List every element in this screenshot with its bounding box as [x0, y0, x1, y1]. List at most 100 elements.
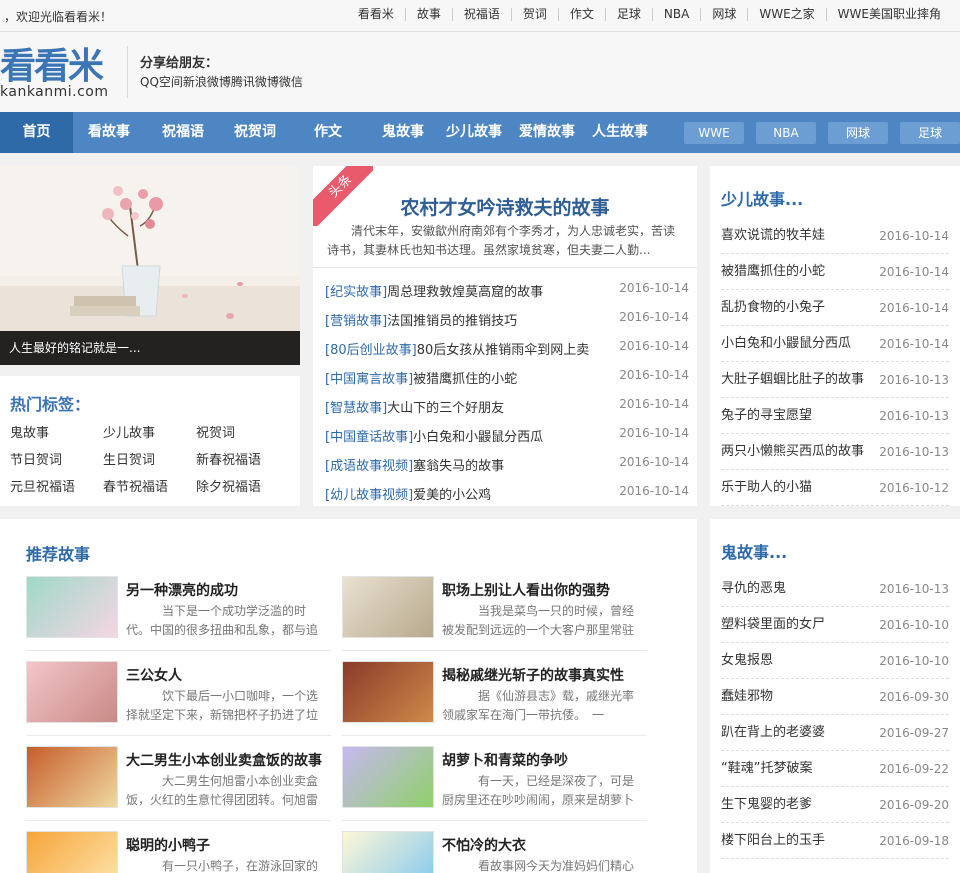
list-item[interactable]: 被猎鹰抓住的小蛇 2016-10-14	[721, 254, 949, 290]
news-category[interactable]: [中国寓言故事]	[325, 372, 413, 387]
tag-item[interactable]: 元旦祝福语	[10, 476, 75, 495]
news-row[interactable]: [中国寓言故事]被猎鹰抓住的小蛇 2016-10-14	[325, 368, 689, 388]
list-item-title[interactable]: 趴在背上的老婆婆	[721, 725, 825, 740]
kids-stories-title[interactable]: 少儿故事...	[721, 186, 803, 210]
list-item[interactable]: 女鬼报恩 2016-10-10	[721, 643, 949, 679]
news-row[interactable]: [营销故事]法国推销员的推销技巧 2016-10-14	[325, 310, 689, 330]
site-logo[interactable]: 看看米 kankanmi.com	[0, 48, 120, 108]
news-title[interactable]: 爱美的小公鸡	[413, 488, 491, 503]
list-item[interactable]: 兔子的寻宝愿望 2016-10-13	[721, 398, 949, 434]
list-item-title[interactable]: 兔子的寻宝愿望	[721, 408, 812, 423]
headline-title[interactable]: 农村才女吟诗救夫的故事	[313, 193, 697, 220]
list-item-title[interactable]: 寻仇的恶鬼	[721, 581, 786, 596]
recommend-item-title[interactable]: 聪明的小鸭子	[126, 835, 210, 855]
recommend-item-title[interactable]: 另一种漂亮的成功	[126, 580, 238, 600]
news-title[interactable]: 塞翁失马的故事	[413, 459, 504, 474]
top-link-greeting[interactable]: 贺词	[510, 8, 558, 21]
nav-pill-football[interactable]: 足球	[900, 122, 960, 144]
nav-life[interactable]: 人生故事	[588, 112, 652, 153]
slide-caption[interactable]: 人生最好的铭记就是一...	[0, 331, 300, 365]
tag-item[interactable]: 生日贺词	[103, 449, 155, 468]
list-item[interactable]: “鞋魂”托梦破案 2016-09-22	[721, 751, 949, 787]
thumbnail-warriors[interactable]	[342, 661, 434, 723]
share-links[interactable]: QQ空间新浪微博腾讯微博微信	[140, 73, 303, 90]
news-title[interactable]: 大山下的三个好朋友	[387, 401, 504, 416]
nav-pill-tennis[interactable]: 网球	[828, 122, 888, 144]
nav-essay[interactable]: 作文	[300, 112, 356, 153]
thumbnail-carrot[interactable]	[342, 746, 434, 808]
recommend-item-title[interactable]: 三公女人	[126, 665, 182, 685]
recommend-item-title[interactable]: 揭秘戚继光斩子的故事真实性	[442, 665, 624, 685]
thumbnail-fox[interactable]	[26, 831, 118, 873]
news-category[interactable]: [营销故事]	[325, 314, 387, 329]
nav-ghost[interactable]: 鬼故事	[372, 112, 434, 153]
list-item[interactable]: 乐于助人的小猫 2016-10-12	[721, 470, 949, 506]
recommend-item-title[interactable]: 不怕冷的大衣	[442, 835, 526, 855]
news-title[interactable]: 被猎鹰抓住的小蛇	[413, 372, 517, 387]
tag-item[interactable]: 新春祝福语	[196, 449, 261, 468]
list-item-title[interactable]: 蠢娃邪物	[721, 689, 773, 704]
list-item-title[interactable]: 塑料袋里面的女尸	[721, 617, 825, 632]
tag-item[interactable]: 春节祝福语	[103, 476, 168, 495]
tag-item[interactable]: 除夕祝福语	[196, 476, 261, 495]
recommend-item[interactable]: 大二男生小本创业卖盒饭的故事 大二男生何旭雷小本创业卖盒饭，火红的生意忙得团团转。…	[26, 746, 331, 821]
thumbnail-girl-cartoon[interactable]	[26, 576, 118, 638]
news-category[interactable]: [幼儿故事视频]	[325, 488, 413, 503]
news-category[interactable]: [智慧故事]	[325, 401, 387, 416]
recommend-item[interactable]: 揭秘戚继光斩子的故事真实性 据《仙游县志》载，戚继光率领戚家军在海门一带抗倭。 一	[342, 661, 647, 736]
list-item-title[interactable]: 乱扔食物的小兔子	[721, 300, 825, 315]
news-title[interactable]: 法国推销员的推销技巧	[387, 314, 517, 329]
list-item-title[interactable]: 两只小懒熊买西瓜的故事	[721, 444, 864, 459]
list-item[interactable]: 塑料袋里面的女尸 2016-10-10	[721, 607, 949, 643]
list-item[interactable]: 小白兔和小鼹鼠分西瓜 2016-10-14	[721, 326, 949, 362]
recommend-item[interactable]: 三公女人 饮下最后一小口咖啡，一个选择就坚定下来，新锦把杯子扔进了垃	[26, 661, 331, 736]
list-item-title[interactable]: 女鬼报恩	[721, 653, 773, 668]
recommend-item[interactable]: 胡萝卜和青菜的争吵 有一天，已经是深夜了，可是厨房里还在吵吵闹闹，原来是胡萝卜	[342, 746, 647, 821]
list-item-title[interactable]: “鞋魂”托梦破案	[721, 761, 812, 776]
news-category[interactable]: [成语故事视频]	[325, 459, 413, 474]
news-category[interactable]: [纪实故事]	[325, 285, 387, 300]
list-item-title[interactable]: 小白兔和小鼹鼠分西瓜	[721, 336, 851, 351]
ghost-stories-title[interactable]: 鬼故事...	[721, 539, 787, 563]
thumbnail-village-sketch[interactable]	[342, 576, 434, 638]
top-link-football[interactable]: 足球	[604, 8, 652, 21]
list-item-title[interactable]: 被猎鹰抓住的小蛇	[721, 264, 825, 279]
tag-item[interactable]: 鬼故事	[10, 422, 49, 441]
nav-pill-nba[interactable]: NBA	[756, 122, 816, 144]
news-category[interactable]: [80后创业故事]	[325, 343, 417, 358]
news-row[interactable]: [智慧故事]大山下的三个好朋友 2016-10-14	[325, 397, 689, 417]
news-title[interactable]: 80后女孩从推销雨伞到网上卖	[417, 343, 590, 358]
top-link-blessing[interactable]: 祝福语	[451, 8, 511, 21]
tag-item[interactable]: 节日贺词	[10, 449, 62, 468]
list-item[interactable]: 喜欢说谎的牧羊娃 2016-10-14	[721, 218, 949, 254]
nav-pill-wwe[interactable]: WWE	[684, 122, 744, 144]
featured-slide[interactable]: 人生最好的铭记就是一...	[0, 166, 300, 365]
list-item-title[interactable]: 楼下阳台上的玉手	[721, 833, 825, 848]
top-link-tennis[interactable]: 网球	[700, 8, 747, 21]
nav-home[interactable]: 首页	[0, 112, 73, 153]
recommend-item-title[interactable]: 职场上别让人看出你的强势	[442, 580, 610, 600]
recommend-item[interactable]: 聪明的小鸭子 有一只小鸭子，在游泳回家的	[26, 831, 331, 873]
recommend-item[interactable]: 职场上别让人看出你的强势 当我是菜鸟一只的时候，曾经被发配到远远的一个大客户那里常…	[342, 576, 647, 651]
news-title[interactable]: 周总理救敦煌莫高窟的故事	[387, 285, 543, 300]
news-title[interactable]: 小白兔和小鼹鼠分西瓜	[413, 430, 543, 445]
list-item[interactable]: 蠢娃邪物 2016-09-30	[721, 679, 949, 715]
list-item[interactable]: 乱扔食物的小兔子 2016-10-14	[721, 290, 949, 326]
news-row[interactable]: [80后创业故事]80后女孩从推销雨伞到网上卖 2016-10-14	[325, 339, 689, 359]
list-item[interactable]: 生下鬼婴的老爹 2016-09-20	[721, 787, 949, 823]
top-link-story[interactable]: 故事	[404, 8, 452, 21]
list-item-title[interactable]: 喜欢说谎的牧羊娃	[721, 228, 825, 243]
list-item-title[interactable]: 大肚子蝈蝈比肚子的故事	[721, 372, 864, 387]
thumbnail-food[interactable]	[26, 746, 118, 808]
nav-love[interactable]: 爱情故事	[515, 112, 579, 153]
list-item-title[interactable]: 乐于助人的小猫	[721, 480, 812, 495]
list-item[interactable]: 楼下阳台上的玉手 2016-09-18	[721, 823, 949, 859]
list-item-title[interactable]: 生下鬼婴的老爹	[721, 797, 812, 812]
recommend-item[interactable]: 不怕冷的大衣 看故事网今天为准妈妈们精心	[342, 831, 647, 873]
news-row[interactable]: [纪实故事]周总理救敦煌莫高窟的故事 2016-10-14	[325, 281, 689, 301]
nav-congrats[interactable]: 祝贺词	[224, 112, 286, 153]
top-link-kankanmi[interactable]: 看看米	[347, 8, 405, 21]
recommend-item[interactable]: 另一种漂亮的成功 当下是一个成功学泛滥的时代。中国的很多扭曲和乱象，都与追	[26, 576, 331, 651]
top-link-wwe-wrestling[interactable]: WWE美国职业摔角	[825, 8, 952, 21]
tag-item[interactable]: 祝贺词	[196, 422, 235, 441]
